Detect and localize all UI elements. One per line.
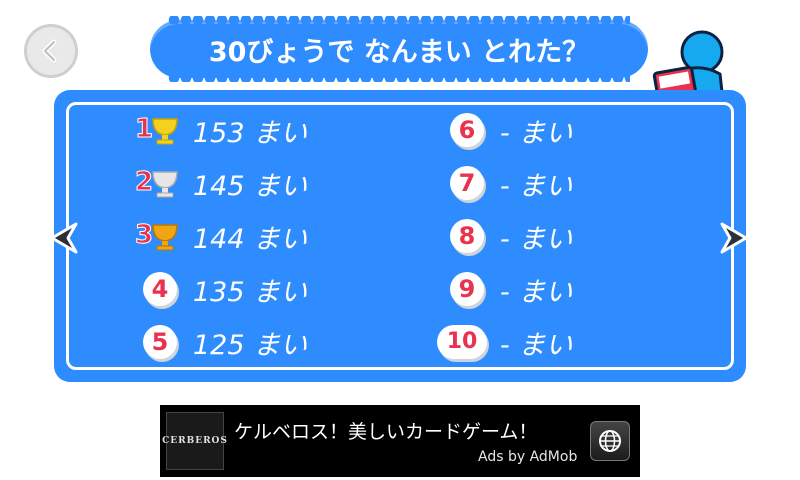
- trophy-icon: [152, 171, 178, 198]
- trophy-icon: [152, 118, 178, 145]
- rank-number: 5: [143, 325, 177, 359]
- score-value: - まい: [500, 223, 573, 255]
- rank-badge-7: 7: [440, 161, 494, 205]
- score-value: - まい: [500, 329, 573, 361]
- rank-number: 3: [134, 220, 154, 251]
- ad-banner[interactable]: CERBEROS ケルベロス！美しいカードゲーム！ Ads by AdMob: [160, 405, 640, 477]
- score-value: 144 まい: [193, 223, 308, 255]
- ad-open-button[interactable]: [590, 421, 630, 461]
- score-value: - まい: [500, 170, 573, 202]
- ad-logo: CERBEROS: [162, 412, 227, 470]
- ranking-row-3: 3 144 まい: [133, 214, 307, 258]
- rank-number: 6: [450, 113, 484, 147]
- rank-badge-6: 6: [440, 108, 494, 152]
- rank-badge-8: 8: [440, 214, 494, 258]
- score-value: - まい: [500, 276, 573, 308]
- score-value: 153 まい: [193, 117, 308, 149]
- rank-number: 8: [450, 219, 484, 253]
- score-value: 125 まい: [193, 329, 308, 361]
- score-value: 145 まい: [193, 170, 308, 202]
- page-title: 30びょうで なんまい とれた？: [208, 36, 590, 68]
- globe-icon: [599, 430, 621, 452]
- score-value: 135 まい: [193, 276, 308, 308]
- ranking-row-9: 9 - まい: [440, 267, 572, 311]
- ranking-row-5: 5 125 まい: [133, 320, 307, 364]
- ranking-row-1: 1 153 まい: [133, 108, 307, 152]
- page-title-banner: 30びょうで なんまい とれた？: [150, 16, 648, 82]
- ranking-row-10: 10 - まい: [430, 320, 572, 364]
- ranking-row-6: 6 - まい: [440, 108, 572, 152]
- ad-attribution: Ads by AdMob: [478, 449, 578, 465]
- rank-number: 4: [143, 272, 177, 306]
- rank-number: 2: [134, 167, 154, 198]
- rank-badge-5: 5: [133, 320, 187, 364]
- rank-badge-3: 3: [133, 214, 187, 258]
- rank-badge-2: 2: [133, 161, 187, 205]
- ranking-row-7: 7 - まい: [440, 161, 572, 205]
- rank-number: 10: [437, 325, 487, 359]
- rank-number: 7: [450, 166, 484, 200]
- rank-badge-1: 1: [133, 108, 187, 152]
- prev-page-icon[interactable]: [46, 220, 80, 256]
- rank-badge-10: 10: [430, 320, 494, 364]
- back-arrow-icon: [42, 39, 57, 63]
- score-value: - まい: [500, 117, 573, 149]
- trophy-icon: [152, 224, 178, 251]
- rank-badge-9: 9: [440, 267, 494, 311]
- rank-number: 1: [134, 114, 154, 145]
- ranking-row-2: 2 145 まい: [133, 161, 307, 205]
- next-page-icon[interactable]: [718, 220, 752, 256]
- ad-text: ケルベロス！美しいカードゲーム！: [234, 421, 538, 443]
- ranking-row-4: 4 135 まい: [133, 267, 307, 311]
- rank-number: 9: [450, 272, 484, 306]
- rank-badge-4: 4: [133, 267, 187, 311]
- ad-logo-text: CERBEROS: [162, 436, 228, 446]
- ranking-row-8: 8 - まい: [440, 214, 572, 258]
- back-button[interactable]: [24, 24, 78, 78]
